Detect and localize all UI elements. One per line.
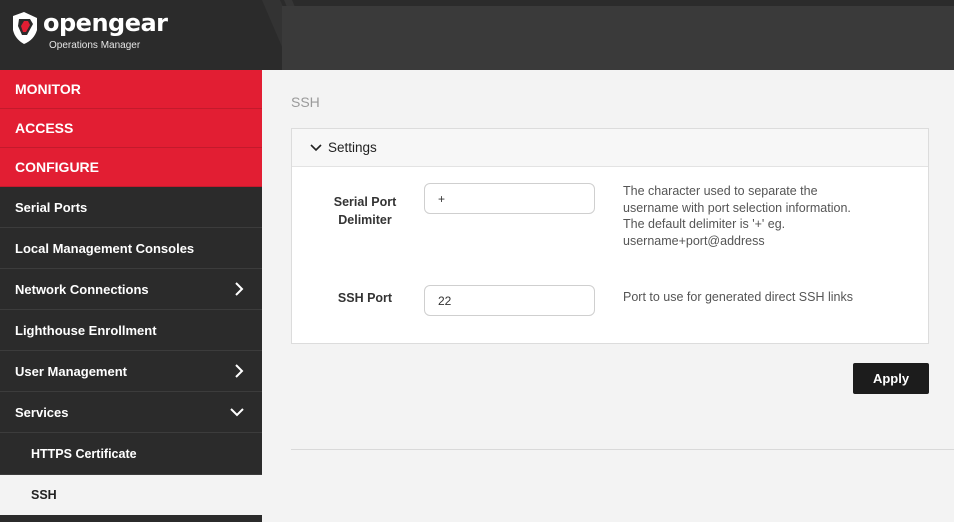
sidebar: MONITOR ACCESS CONFIGURE Serial Ports Lo…	[0, 70, 262, 522]
sidebar-item-services[interactable]: Services	[0, 392, 262, 433]
help-line: The default delimiter is '+' eg.	[623, 217, 786, 231]
chevron-down-icon	[310, 143, 322, 151]
top-bar: opengear Operations Manager	[0, 0, 954, 70]
sidebar-item-label: HTTPS Certificate	[31, 446, 137, 461]
settings-panel-header[interactable]: Settings	[292, 129, 928, 167]
opengear-logo-icon	[13, 12, 37, 44]
sidebar-item-lighthouse-enrollment[interactable]: Lighthouse Enrollment	[0, 310, 262, 351]
label-line: Serial Port	[333, 195, 397, 209]
serial-port-delimiter-label: Serial Port Delimiter	[310, 193, 420, 229]
nav-configure[interactable]: CONFIGURE	[0, 148, 262, 187]
panel-title: Settings	[328, 140, 377, 155]
serial-port-delimiter-input[interactable]: +	[424, 183, 595, 214]
sidebar-subitem-https-certificate[interactable]: HTTPS Certificate	[0, 433, 262, 475]
sidebar-item-label: Lighthouse Enrollment	[15, 322, 157, 338]
divider	[291, 449, 954, 450]
product-name: Operations Manager	[49, 40, 141, 51]
sidebar-item-label: SSH	[31, 488, 57, 502]
chevron-right-icon	[235, 364, 244, 378]
sidebar-item-user-management[interactable]: User Management	[0, 351, 262, 392]
ssh-port-input[interactable]: 22	[424, 285, 595, 316]
sidebar-item-label: User Management	[15, 363, 127, 379]
main-content: SSH Settings Serial Port Delimiter + The…	[262, 70, 954, 522]
sidebar-item-label: Local Management Consoles	[15, 240, 195, 256]
delimiter-help-text: The character used to separate the usern…	[623, 183, 923, 249]
sidebar-item-serial-ports[interactable]: Serial Ports	[0, 187, 262, 228]
ssh-port-label: SSH Port	[337, 291, 393, 305]
sidebar-item-label: Network Connections	[15, 281, 149, 297]
nav-access[interactable]: ACCESS	[0, 109, 262, 148]
page-title: SSH	[291, 94, 320, 110]
header-panel	[282, 6, 954, 70]
sidebar-item-local-management-consoles[interactable]: Local Management Consoles	[0, 228, 262, 269]
apply-button[interactable]: Apply	[853, 363, 929, 394]
sidebar-item-label: Services	[15, 404, 69, 420]
chevron-right-icon	[235, 282, 244, 296]
nav-monitor[interactable]: MONITOR	[0, 70, 262, 109]
sidebar-item-network-connections[interactable]: Network Connections	[0, 269, 262, 310]
label-line: Delimiter	[338, 213, 392, 227]
help-line: username+port@address	[623, 233, 765, 248]
help-line: username with port selection information…	[623, 200, 851, 215]
settings-panel: Settings Serial Port Delimiter + The cha…	[291, 128, 929, 344]
sidebar-subitem-ssh[interactable]: SSH	[0, 475, 262, 515]
brand-name: opengear	[43, 9, 168, 37]
help-line: The character used to separate the	[623, 184, 818, 198]
ssh-port-help-text: Port to use for generated direct SSH lin…	[623, 290, 853, 304]
brand-logo[interactable]: opengear Operations Manager	[0, 0, 262, 70]
sidebar-item-label: Serial Ports	[15, 199, 88, 215]
chevron-down-icon	[230, 408, 244, 417]
